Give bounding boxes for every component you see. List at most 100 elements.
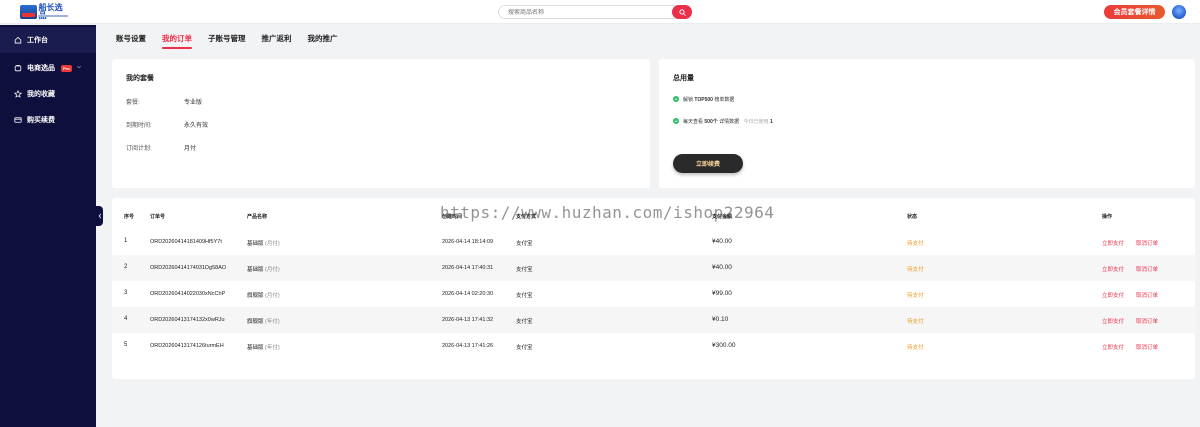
card-icon: [14, 117, 22, 123]
col-header-amount: 支付金额: [712, 214, 733, 220]
col-header-method: 支付方式: [516, 214, 537, 220]
feature-daily-views: 每天查看 500个 详情数据 今日已使用 1: [683, 119, 773, 125]
payment-method: 支付宝: [516, 267, 533, 273]
amount: ¥40.00: [712, 264, 732, 271]
product-name: 旗舰版 (月付): [247, 293, 280, 299]
created-time: 2026-04-13 17:41:26: [442, 343, 494, 349]
sidebar-item-ecommerce[interactable]: 电商选品 Pro: [0, 55, 96, 81]
amount: ¥0.10: [712, 316, 729, 323]
sidebar: 工作台 电商选品 Pro 我的收藏 购买续费: [0, 25, 96, 427]
product-name: 基础版 (年付): [247, 345, 280, 351]
sidebar-item-renew[interactable]: 购买续费: [0, 107, 96, 133]
col-header-order-id: 订单号: [150, 214, 166, 220]
pay-now-link[interactable]: 立即支付: [1102, 291, 1124, 299]
row-no: 5: [124, 342, 128, 348]
renew-button[interactable]: 立即续费: [673, 154, 743, 173]
expiry-label: 到期时间:: [126, 123, 152, 129]
order-id: ORD20260413174132x0wRJu: [150, 317, 225, 323]
pay-now-link[interactable]: 立即支付: [1102, 239, 1124, 247]
amount: ¥300.00: [712, 342, 736, 349]
plan-card-title: 我的套餐: [126, 75, 154, 82]
status-badge: 待支付: [907, 293, 924, 299]
cancel-order-link[interactable]: 取消订单: [1136, 239, 1158, 247]
status-badge: 待支付: [907, 267, 924, 273]
avatar[interactable]: [1172, 5, 1186, 19]
logo-text: 船长选品: [38, 2, 63, 19]
tab-my-orders[interactable]: 我的订单: [162, 33, 192, 49]
pay-now-link[interactable]: 立即支付: [1102, 265, 1124, 273]
col-header-created: 创建时间: [442, 214, 463, 220]
top-bar: 船长选品 会员套餐详情: [0, 0, 1200, 24]
payment-method: 支付宝: [516, 241, 533, 247]
tab-bar: 账号设置 我的订单 子账号管理 推广返利 我的推广: [116, 33, 354, 49]
check-icon: [673, 118, 679, 124]
cancel-order-link[interactable]: 取消订单: [1136, 291, 1158, 299]
plan-value: 专业版: [184, 100, 203, 106]
chevron-left-icon: [98, 213, 101, 219]
table-row: 1 ORD20260414181409Hf5Y7t 基础版 (月付) 2026-…: [112, 229, 1196, 255]
status-badge: 待支付: [907, 319, 924, 325]
payment-method: 支付宝: [516, 319, 533, 325]
chevron-down-icon: [76, 65, 82, 69]
col-header-product: 产品名称: [247, 214, 268, 220]
usage-card-title: 总用量: [673, 75, 694, 82]
status-badge: 待支付: [907, 241, 924, 247]
logo-ship-icon: [20, 4, 37, 19]
sidebar-item-label: 工作台: [27, 37, 48, 44]
row-no: 2: [124, 264, 128, 270]
cancel-order-link[interactable]: 取消订单: [1136, 343, 1158, 351]
table-row: 2 ORD20260414174031Dg58AO 基础版 (月付) 2026-…: [112, 255, 1196, 281]
created-time: 2026-04-14 02:20:30: [442, 291, 494, 297]
payment-method: 支付宝: [516, 293, 533, 299]
subscription-label: 订阅计划:: [126, 146, 152, 152]
subscription-value: 月付: [184, 146, 197, 152]
orders-table: 序号 订单号 产品名称 创建时间 支付方式 支付金额 状态 操作 1 ORD20…: [112, 198, 1196, 379]
plan-label: 套餐:: [126, 100, 140, 106]
sidebar-item-favorites[interactable]: 我的收藏: [0, 81, 96, 107]
created-time: 2026-04-14 18:14:09: [442, 239, 494, 245]
sidebar-item-label: 我的收藏: [27, 91, 55, 98]
col-header-no: 序号: [124, 214, 135, 220]
order-id: ORD20260413174126turmEH: [150, 343, 224, 349]
tab-account-settings[interactable]: 账号设置: [116, 33, 146, 49]
logo[interactable]: 船长选品: [20, 3, 70, 20]
sidebar-collapse-toggle[interactable]: [96, 206, 103, 226]
order-id: ORD20260414022030xNcChP: [150, 291, 226, 297]
tab-my-promotion[interactable]: 我的推广: [308, 33, 338, 49]
product-name: 旗舰版 (年付): [247, 319, 280, 325]
payment-method: 支付宝: [516, 345, 533, 351]
check-icon: [673, 96, 679, 102]
star-icon: [14, 90, 22, 98]
usage-card: 总用量 解锁 TOP500 榜单数据 每天查看 500个 详情数据 今日已使用 …: [659, 59, 1195, 188]
home-icon: [14, 36, 22, 44]
col-header-status: 状态: [907, 214, 918, 220]
amount: ¥40.00: [712, 238, 732, 245]
pay-now-link[interactable]: 立即支付: [1102, 317, 1124, 325]
search-button[interactable]: [672, 5, 692, 19]
table-row: 4 ORD20260413174132x0wRJu 旗舰版 (年付) 2026-…: [112, 307, 1196, 333]
tab-referral-rebate[interactable]: 推广返利: [262, 33, 292, 49]
created-time: 2026-04-14 17:40:31: [442, 265, 494, 271]
row-no: 3: [124, 290, 128, 296]
cart-icon: [14, 65, 22, 72]
row-no: 4: [124, 316, 128, 322]
feature-top500: 解锁 TOP500 榜单数据: [683, 97, 735, 103]
sidebar-item-label: 电商选品: [27, 65, 55, 72]
row-no: 1: [124, 238, 128, 244]
sidebar-item-workbench[interactable]: 工作台: [0, 27, 96, 53]
expiry-value: 永久有效: [184, 123, 209, 129]
search-box: [498, 5, 692, 19]
product-name: 基础版 (月付): [247, 241, 280, 247]
table-row: 3 ORD20260414022030xNcChP 旗舰版 (月付) 2026-…: [112, 281, 1196, 307]
pay-now-link[interactable]: 立即支付: [1102, 343, 1124, 351]
amount: ¥99.00: [712, 290, 732, 297]
cancel-order-link[interactable]: 取消订单: [1136, 265, 1158, 273]
cancel-order-link[interactable]: 取消订单: [1136, 317, 1158, 325]
status-badge: 待支付: [907, 345, 924, 351]
plan-card: 我的套餐 套餐: 专业版 到期时间: 永久有效 订阅计划: 月付: [112, 59, 650, 188]
vip-plan-button[interactable]: 会员套餐详情: [1104, 5, 1165, 19]
tab-sub-accounts[interactable]: 子账号管理: [208, 33, 246, 49]
search-icon: [678, 8, 686, 16]
search-input[interactable]: [508, 9, 668, 17]
pro-badge: Pro: [61, 64, 72, 72]
